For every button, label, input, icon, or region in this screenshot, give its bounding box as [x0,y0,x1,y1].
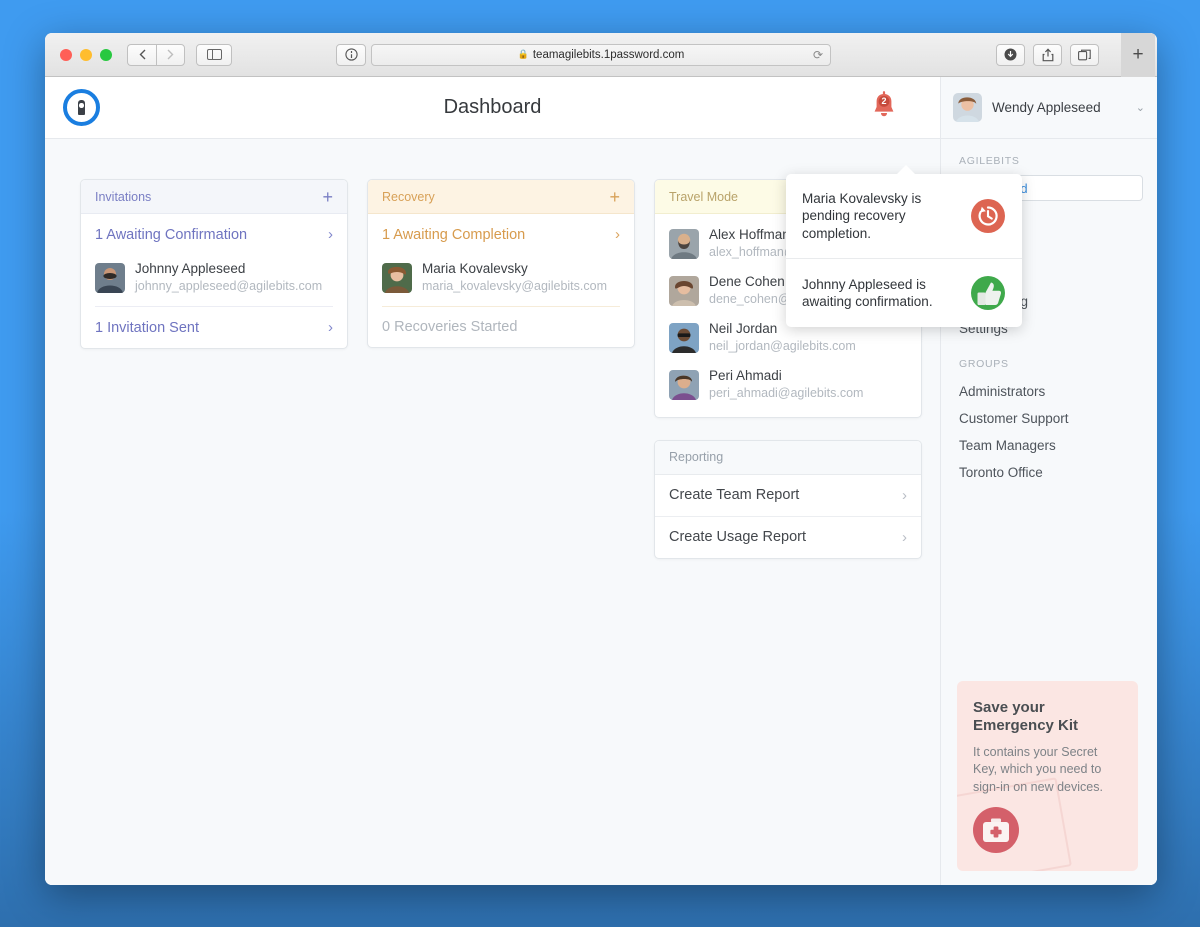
maximize-window-button[interactable] [100,49,112,61]
notification-text: Johnny Appleseed is awaiting confirmatio… [802,276,960,311]
column-invitations: Invitations + 1 Awaiting Confirmation › [80,179,348,349]
notification-text: Maria Kovalevsky is pending recovery com… [802,190,960,242]
reporting-card: Reporting Create Team Report › Create Us… [654,440,922,559]
main-content: Dashboard 2 Invitat [45,77,940,885]
back-button[interactable] [127,44,156,66]
reporting-card-header: Reporting [655,441,921,475]
recovery-card: Recovery + 1 Awaiting Completion › [367,179,635,348]
share-icon[interactable] [1033,44,1062,66]
person-email: maria_kovalevsky@agilebits.com [422,278,607,294]
column-recovery: Recovery + 1 Awaiting Completion › [367,179,635,348]
notifications-popover: Maria Kovalevsky is pending recovery com… [786,174,1022,327]
thumbs-up-icon [970,275,1006,311]
create-team-report-row[interactable]: Create Team Report › [655,475,921,516]
notification-item[interactable]: Johnny Appleseed is awaiting confirmatio… [786,258,1022,327]
avatar [953,93,982,122]
chevron-right-icon: › [902,529,907,546]
avatar [95,263,125,293]
window-controls [60,49,112,61]
invitation-sent-row[interactable]: 1 Invitation Sent › [81,307,347,348]
row-label: 1 Awaiting Completion [382,227,615,243]
recovery-card-header: Recovery + [368,180,634,214]
person-email: johnny_appleseed@agilebits.com [135,278,322,294]
chevron-right-icon: › [328,226,333,243]
chevron-right-icon: › [615,226,620,243]
person-email: neil_jordan@agilebits.com [709,338,856,354]
forward-button[interactable] [156,44,185,66]
notification-item[interactable]: Maria Kovalevsky is pending recovery com… [786,174,1022,258]
card-title: Invitations [95,190,322,204]
recoveries-started-row: 0 Recoveries Started [368,307,634,347]
row-label: 1 Awaiting Confirmation [95,227,328,243]
minimize-window-button[interactable] [80,49,92,61]
user-menu-button[interactable]: Wendy Appleseed ⌄ [941,77,1157,139]
emergency-kit-card[interactable]: Save your Emergency Kit It contains your… [957,681,1138,871]
create-usage-report-row[interactable]: Create Usage Report › [655,516,921,558]
avatar [669,370,699,400]
show-tabs-icon[interactable] [1070,44,1099,66]
team-section-label: AGILEBITS [941,139,1157,175]
card-title: Reporting [669,450,907,464]
person-email: peri_ahmadi@agilebits.com [709,385,863,401]
browser-toolbar: 🔒 teamagilebits.1password.com ⟳ [45,33,1157,77]
row-label: Create Usage Report [669,529,902,545]
reload-icon[interactable]: ⟳ [813,48,823,62]
avatar [669,276,699,306]
emergency-kit-title: Save your Emergency Kit [973,699,1122,735]
page-title: Dashboard [45,96,940,119]
app-container: Dashboard 2 Invitat [45,77,1157,885]
avatar [669,229,699,259]
row-label: 1 Invitation Sent [95,320,328,336]
add-recovery-button[interactable]: + [609,188,620,206]
invitations-card: Invitations + 1 Awaiting Confirmation › [80,179,348,349]
awaiting-completion-row[interactable]: 1 Awaiting Completion › [368,214,634,255]
toolbar-right-buttons [996,44,1099,66]
add-invitation-button[interactable]: + [322,188,333,206]
close-window-button[interactable] [60,49,72,61]
new-tab-button[interactable]: + [1121,33,1155,77]
sidebar-group-customer-support[interactable]: Customer Support [941,405,1157,432]
1password-logo-icon [63,89,100,126]
avatar [382,263,412,293]
row-label: Create Team Report [669,487,902,503]
invitations-card-header: Invitations + [81,180,347,214]
url-text: teamagilebits.1password.com [533,49,685,61]
person-row[interactable]: Johnny Appleseed johnny_appleseed@agileb… [81,255,347,306]
download-icon[interactable] [996,44,1025,66]
chevron-down-icon: ⌄ [1136,101,1145,114]
first-aid-kit-icon [972,806,1020,859]
avatar [669,323,699,353]
person-row[interactable]: Maria Kovalevsky maria_kovalevsky@agileb… [368,255,634,306]
browser-window: 🔒 teamagilebits.1password.com ⟳ [45,33,1157,885]
notification-bell-button[interactable]: 2 [870,91,898,126]
sidebar-group-administrators[interactable]: Administrators [941,378,1157,405]
reader-view-icon[interactable] [336,44,366,66]
navigation-buttons [127,44,185,66]
card-title: Recovery [382,190,609,204]
person-name: Johnny Appleseed [135,261,322,278]
person-name: Peri Ahmadi [709,368,863,385]
address-bar[interactable]: 🔒 teamagilebits.1password.com ⟳ [371,44,831,66]
chevron-right-icon: › [328,319,333,336]
awaiting-confirmation-row[interactable]: 1 Awaiting Confirmation › [81,214,347,255]
row-label: 0 Recoveries Started [382,319,620,335]
lock-icon: 🔒 [518,49,529,60]
person-name: Maria Kovalevsky [422,261,607,278]
sidebar-toggle-icon[interactable] [196,44,232,66]
sidebar-group-team-managers[interactable]: Team Managers [941,432,1157,459]
groups-section-label: GROUPS [941,342,1157,378]
recovery-clock-icon [970,198,1006,234]
app-header: Dashboard 2 [45,77,940,139]
person-row[interactable]: Peri Ahmadi peri_ahmadi@agilebits.com [655,361,921,408]
notification-count-badge: 2 [877,96,891,106]
sidebar-group-toronto-office[interactable]: Toronto Office [941,459,1157,486]
user-name: Wendy Appleseed [992,100,1136,115]
chevron-right-icon: › [902,487,907,504]
